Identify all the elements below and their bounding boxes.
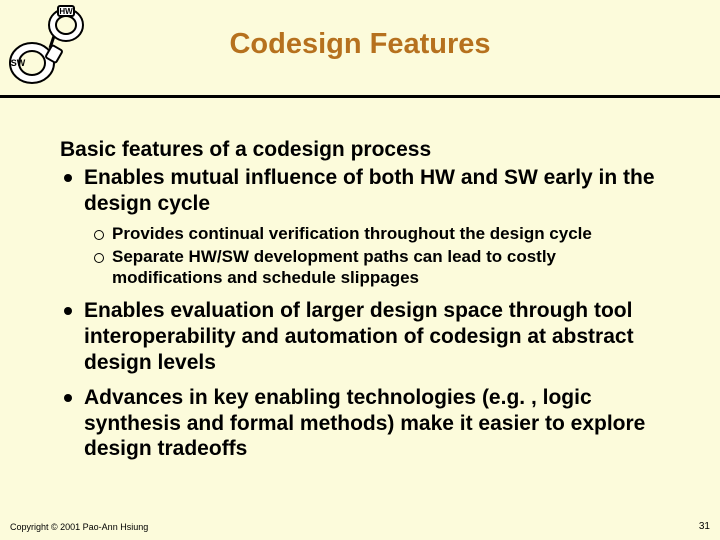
hw-label: HW <box>59 7 73 16</box>
bullet-1: Enables mutual influence of both HW and … <box>84 165 670 288</box>
title-divider <box>0 95 720 98</box>
bullet-1-text: Enables mutual influence of both HW and … <box>84 166 655 215</box>
slide-content: Basic features of a codesign process Ena… <box>60 138 670 472</box>
bullet-1b: Separate HW/SW development paths can lea… <box>112 247 670 288</box>
bullet-3: Advances in key enabling technologies (e… <box>84 385 670 462</box>
bullet-2: Enables evaluation of larger design spac… <box>84 298 670 375</box>
slide-title: Codesign Features <box>0 28 720 61</box>
content-heading: Basic features of a codesign process <box>60 138 670 162</box>
bullet-1a: Provides continual verification througho… <box>112 224 670 245</box>
copyright-text: Copyright © 2001 Pao-Ann Hsiung <box>10 522 148 532</box>
page-number: 31 <box>699 521 710 532</box>
